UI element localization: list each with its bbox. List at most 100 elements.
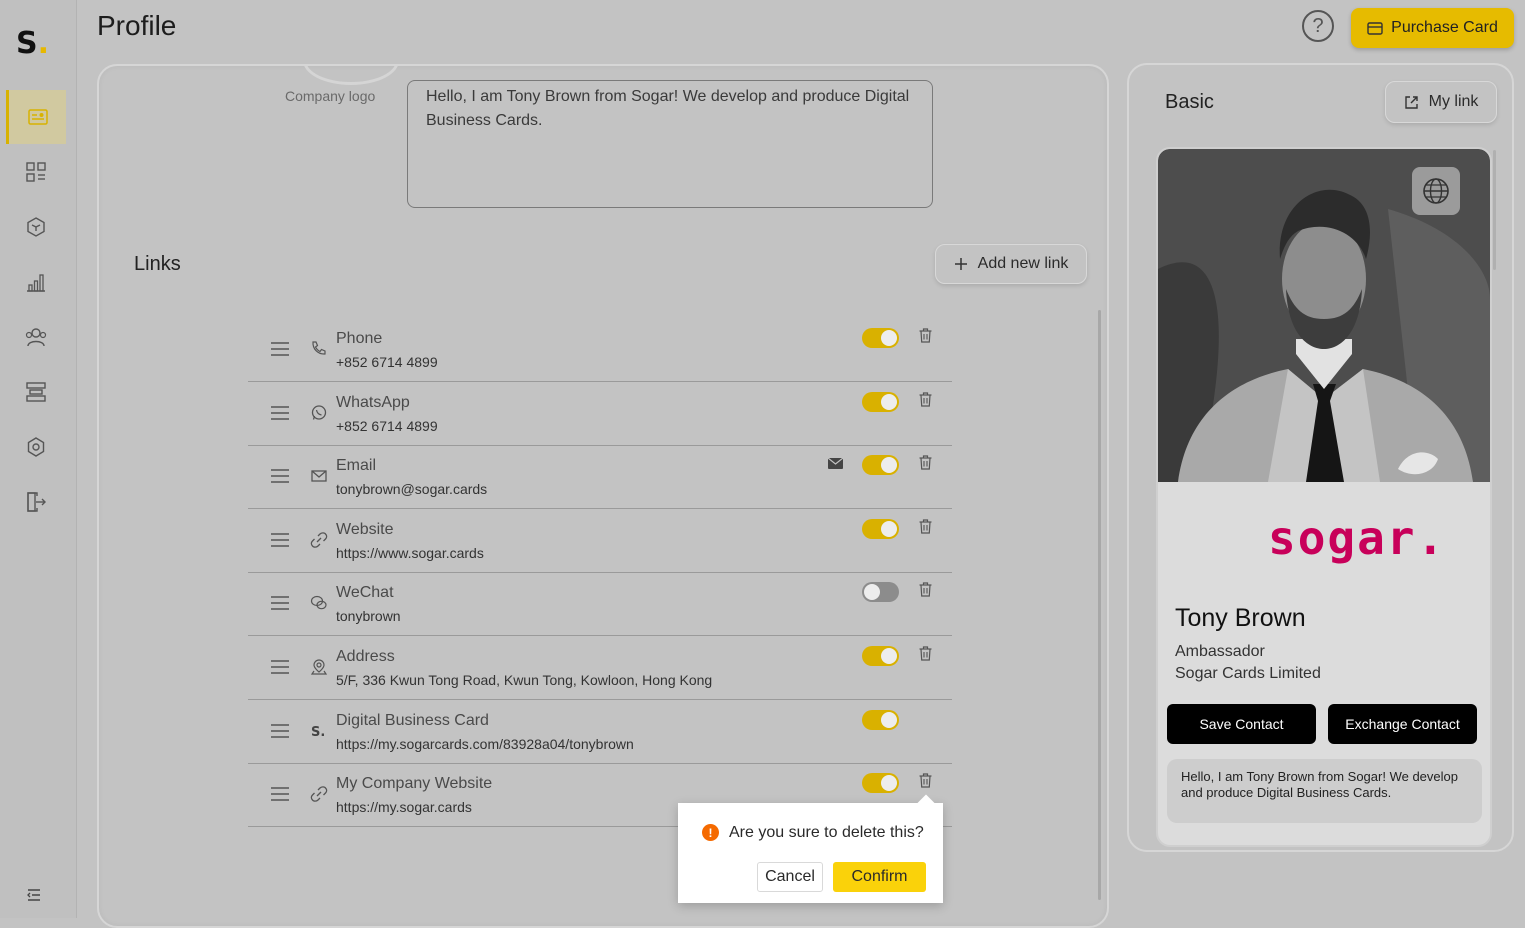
save-contact-button[interactable]: Save Contact <box>1167 704 1316 744</box>
bio-textarea[interactable]: Hello, I am Tony Brown from Sogar! We de… <box>407 80 933 208</box>
cancel-button[interactable]: Cancel <box>757 862 823 892</box>
wechat-icon <box>310 594 328 612</box>
toggle-knob <box>881 394 897 410</box>
link-name: My Company Website <box>336 775 493 792</box>
delete-confirm-popover: ! Are you sure to delete this? Cancel Co… <box>678 794 943 903</box>
link-row[interactable]: WhatsApp +852 6714 4899 <box>248 382 952 446</box>
grid-icon <box>26 162 46 182</box>
drag-handle-icon[interactable] <box>270 723 290 739</box>
drag-handle-icon[interactable] <box>270 341 290 357</box>
link-value: +852 6714 4899 <box>336 418 438 434</box>
drag-handle-icon[interactable] <box>270 468 290 484</box>
visibility-toggle[interactable] <box>862 455 899 475</box>
phone-icon <box>310 340 328 358</box>
trash-icon[interactable] <box>919 519 932 534</box>
warning-icon: ! <box>702 824 719 841</box>
cube-icon <box>27 217 45 237</box>
link-row[interactable]: Email tonybrown@sogar.cards <box>248 445 952 509</box>
nav-products[interactable] <box>6 200 66 254</box>
toggle-knob <box>864 584 880 600</box>
warning-symbol: ! <box>708 825 713 840</box>
link-row[interactable]: Address 5/F, 336 Kwun Tong Road, Kwun Ton… <box>248 636 952 700</box>
nav-settings[interactable] <box>6 420 66 474</box>
visibility-toggle[interactable] <box>862 582 899 602</box>
contact-role: Ambassador <box>1175 643 1265 660</box>
purchase-card-button[interactable]: Purchase Card <box>1351 8 1514 48</box>
bar-chart-icon <box>27 274 45 292</box>
card-icon <box>1367 21 1383 35</box>
purchase-card-label: Purchase Card <box>1391 19 1498 36</box>
visibility-toggle[interactable] <box>862 392 899 412</box>
app-logo[interactable]: S. <box>16 26 49 61</box>
preview-panel-title: Basic <box>1165 91 1214 113</box>
page-title: Profile <box>97 10 177 41</box>
drag-handle-icon[interactable] <box>270 659 290 675</box>
company-logo-upload[interactable] <box>303 66 399 85</box>
profile-photo <box>1158 149 1490 482</box>
link-row[interactable]: WeChat tonybrown <box>248 572 952 636</box>
link-row[interactable]: S. Digital Business Card https://my.sogarc… <box>248 700 952 764</box>
card-preview-panel: Basic My link sogar. Tony Brown Ambassad… <box>1127 63 1514 852</box>
visibility-toggle[interactable] <box>862 646 899 666</box>
exchange-contact-button[interactable]: Exchange Contact <box>1328 704 1477 744</box>
link-value: https://www.sogar.cards <box>336 545 484 561</box>
nav-templates[interactable] <box>6 365 66 419</box>
my-link-label: My link <box>1428 93 1479 110</box>
globe-icon[interactable] <box>1412 167 1460 215</box>
link-row[interactable]: Phone +852 6714 4899 <box>248 318 952 382</box>
toggle-knob <box>881 712 897 728</box>
link-row[interactable]: Website https://www.sogar.cards <box>248 509 952 573</box>
preview-scrollbar[interactable] <box>1493 150 1496 270</box>
link-name: WeChat <box>336 584 394 601</box>
whatsapp-icon <box>310 404 328 422</box>
link-value: https://my.sogarcards.com/83928a04/tonyb… <box>336 736 634 752</box>
visibility-toggle[interactable] <box>862 773 899 793</box>
profile-card-icon <box>27 109 48 125</box>
trash-icon[interactable] <box>919 773 932 788</box>
link-value: https://my.sogar.cards <box>336 799 472 815</box>
trash-icon[interactable] <box>919 582 932 597</box>
link-name: Email <box>336 457 377 474</box>
preview-bio: Hello, I am Tony Brown from Sogar! We de… <box>1167 759 1482 823</box>
help-icon[interactable]: ? <box>1302 10 1334 42</box>
links-section-title: Links <box>134 253 181 275</box>
delete-confirm-message: Are you sure to delete this? <box>729 824 924 841</box>
nav-analytics[interactable] <box>6 255 66 309</box>
visibility-toggle[interactable] <box>862 519 899 539</box>
link-value: +852 6714 4899 <box>336 354 438 370</box>
envelope-icon[interactable] <box>828 458 843 469</box>
nav-team[interactable] <box>6 310 66 364</box>
link-icon <box>310 785 328 803</box>
logo-letter: S <box>16 26 38 61</box>
link-name: WhatsApp <box>336 394 410 411</box>
sidebar-collapse-button[interactable] <box>26 888 42 902</box>
visibility-toggle[interactable] <box>862 710 899 730</box>
nav-dashboard[interactable] <box>6 145 66 199</box>
link-name: Phone <box>336 330 383 347</box>
contact-name: Tony Brown <box>1175 604 1306 632</box>
sidebar: S. <box>0 0 77 918</box>
drag-handle-icon[interactable] <box>270 405 290 421</box>
trash-icon[interactable] <box>919 392 932 407</box>
drag-handle-icon[interactable] <box>270 786 290 802</box>
my-link-button[interactable]: My link <box>1385 81 1497 123</box>
trash-icon[interactable] <box>919 646 932 661</box>
svg-text:S.: S. <box>311 725 325 740</box>
layers-icon <box>26 382 46 402</box>
logout-icon <box>27 492 46 512</box>
nav-logout[interactable] <box>6 475 66 529</box>
nav-profile[interactable] <box>6 90 66 144</box>
confirm-button[interactable]: Confirm <box>833 862 926 892</box>
add-new-link-button[interactable]: Add new link <box>935 244 1087 284</box>
contact-company: Sogar Cards Limited <box>1175 665 1321 682</box>
drag-handle-icon[interactable] <box>270 595 290 611</box>
company-logo-label: Company logo <box>285 88 376 104</box>
plus-icon <box>954 258 967 270</box>
toggle-knob <box>881 457 897 473</box>
main-scrollbar[interactable] <box>1098 310 1101 900</box>
trash-icon[interactable] <box>919 328 932 343</box>
visibility-toggle[interactable] <box>862 328 899 348</box>
drag-handle-icon[interactable] <box>270 532 290 548</box>
trash-icon[interactable] <box>919 455 932 470</box>
toggle-knob <box>881 775 897 791</box>
